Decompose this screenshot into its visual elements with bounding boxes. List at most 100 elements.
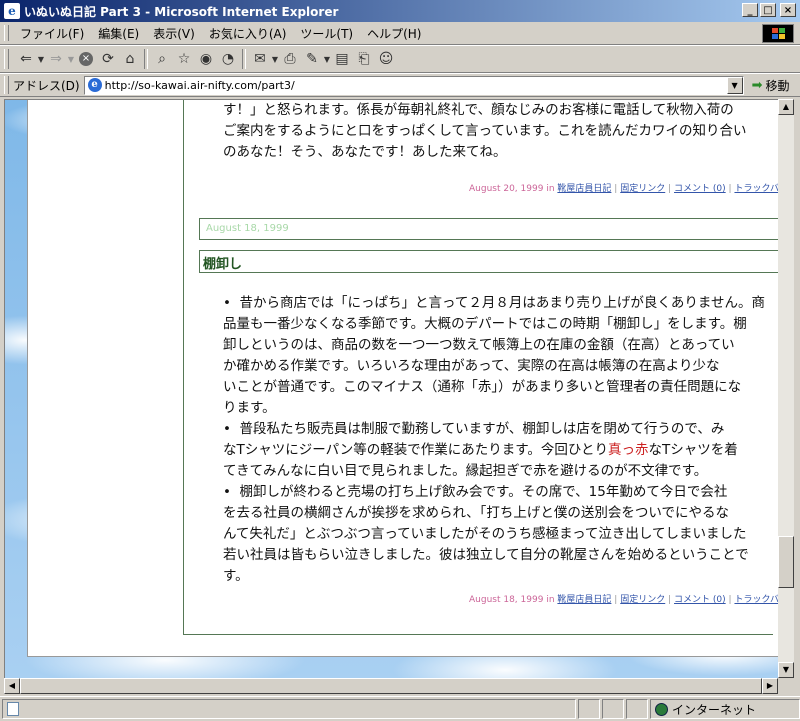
menu-help[interactable]: ヘルプ(H) [360, 23, 428, 44]
post1-body: す！」と怒られます。係長が毎朝礼終礼で、顔なじみのお客様に電話して秋物入荷の ご… [223, 100, 747, 163]
post2-para3-line: 若い社員は皆もらい泣きしました。彼は独立して自分の靴屋さんを始めるということで [223, 547, 749, 563]
post2-category-link[interactable]: 靴屋店員日記 [557, 595, 611, 605]
post2-para2-line: • 普段私たち販売員は制服で勤務していますが、棚卸しは店を閉めて行うので、み [223, 421, 725, 437]
address-url[interactable]: http://so-kawai.air-nifty.com/part3/ [105, 79, 295, 92]
post2-para3-line: を去る社員の横綱さんが挨拶を求められ、「打ち上げと僕の送別会をついでにやるな [223, 505, 729, 521]
window-title: いぬいぬ日記 Part 3 - Microsoft Internet Explo… [24, 4, 339, 19]
post1-trackback-link[interactable]: トラックバック [734, 184, 779, 194]
status-text-area [2, 699, 576, 719]
forward-dropdown-icon[interactable]: ▼ [67, 48, 75, 70]
search-icon[interactable]: ⌕ [151, 48, 173, 70]
horizontal-scrollbar[interactable]: ◀ ▶ [4, 678, 778, 694]
maximize-button[interactable]: □ [760, 3, 776, 17]
go-arrow-icon: ➡ [751, 77, 763, 93]
vertical-scrollbar[interactable]: ▲ ▼ [778, 99, 794, 678]
scroll-right-icon[interactable]: ▶ [762, 678, 778, 694]
post1-meta: August 20, 1999 in 靴屋店員日記 | 固定リンク | コメント… [469, 181, 779, 194]
menu-edit[interactable]: 編集(E) [91, 23, 146, 44]
post1-comments-link[interactable]: コメント (0) [674, 184, 726, 194]
research-icon[interactable]: ⎗ [353, 48, 375, 70]
post1-date: August 20, 1999 [469, 184, 544, 194]
vertical-scroll-thumb[interactable] [778, 536, 794, 588]
post2-para2-line: てきてみんなに白い目で見られました。縁起担ぎで赤を避けるのが不文律です。 [223, 463, 708, 479]
post2-body: • 昔から商店では「にっぱち」と言って２月８月はあまり売り上げが良くありません。… [223, 293, 765, 587]
post2-meta: August 18, 1999 in 靴屋店員日記 | 固定リンク | コメント… [469, 592, 779, 605]
zone-label: インターネット [672, 702, 757, 717]
security-zone: インターネット [650, 699, 800, 719]
toolbar-separator [144, 49, 148, 69]
messenger-icon[interactable]: ☺ [375, 48, 397, 70]
status-cell [626, 699, 648, 719]
page-status-icon [7, 702, 19, 716]
post2-title: 棚卸し [203, 257, 243, 272]
ie-app-icon[interactable]: e [4, 3, 20, 19]
refresh-icon[interactable]: ⟳ [97, 48, 119, 70]
post2-comments-link[interactable]: コメント (0) [674, 595, 726, 605]
status-bar: インターネット [0, 696, 800, 721]
red-highlight-text: 真っ赤 [608, 442, 649, 458]
scroll-left-icon[interactable]: ◀ [4, 678, 20, 694]
home-icon[interactable]: ⌂ [119, 48, 141, 70]
close-button[interactable]: × [780, 3, 796, 17]
scroll-down-icon[interactable]: ▼ [778, 662, 794, 678]
history-icon[interactable]: ◔ [217, 48, 239, 70]
content-bottom-border [183, 634, 773, 635]
address-dropdown-icon[interactable]: ▼ [726, 76, 743, 94]
post2-trackback-link[interactable]: トラックバック [734, 595, 779, 605]
post1-permalink[interactable]: 固定リンク [620, 184, 665, 194]
page-viewport: す！」と怒られます。係長が毎朝礼終礼で、顔なじみのお客様に電話して秋物入荷の ご… [4, 99, 779, 679]
horizontal-scroll-thumb[interactable] [20, 678, 762, 694]
stop-icon[interactable]: × [75, 48, 97, 70]
post2-para3-line: す。 [223, 568, 249, 584]
window-controls: _ □ × [742, 3, 796, 17]
menu-bar: ファイル(F) 編集(E) 表示(V) お気に入り(A) ツール(T) ヘルプ(… [0, 22, 800, 45]
menu-view[interactable]: 表示(V) [146, 23, 202, 44]
mail-dropdown-icon[interactable]: ▼ [271, 48, 279, 70]
discuss-icon[interactable]: ▤ [331, 48, 353, 70]
edit-dropdown-icon[interactable]: ▼ [323, 48, 331, 70]
menu-favorites[interactable]: お気に入り(A) [202, 23, 294, 44]
post2-para1-line: か確かめる作業です。いろいろな理由があって、実際の在高は帳簿の在高より少な [223, 358, 720, 374]
globe-icon [655, 702, 668, 716]
status-cell [602, 699, 624, 719]
post1-category-link[interactable]: 靴屋店員日記 [557, 184, 611, 194]
menu-file[interactable]: ファイル(F) [13, 23, 91, 44]
toolbar-separator [242, 49, 246, 69]
back-dropdown-icon[interactable]: ▼ [37, 48, 45, 70]
post2-title-bar: 棚卸し [199, 250, 779, 273]
edit-icon[interactable]: ✎ [301, 48, 323, 70]
title-bar: e いぬいぬ日記 Part 3 - Microsoft Internet Exp… [0, 0, 800, 22]
post2-date-header: August 18, 1999 [199, 218, 779, 240]
address-bar: アドレス(D) e http://so-kawai.air-nifty.com/… [0, 73, 800, 97]
post1-line: ご案内をするようにと口をすっぱくして言っています。これを読んだカワイの知り合い [223, 123, 747, 139]
forward-icon[interactable]: ⇒ [45, 48, 67, 70]
scroll-up-icon[interactable]: ▲ [778, 99, 794, 115]
status-cell [578, 699, 600, 719]
post2-para1-line: 品量も一番少なくなる季節です。大概のデパートではこの時期「棚卸し」をします。棚 [223, 316, 747, 332]
post1-line: す！」と怒られます。係長が毎朝礼終礼で、顔なじみのお客様に電話して秋物入荷の [223, 102, 734, 118]
menu-tools[interactable]: ツール(T) [293, 23, 360, 44]
menu-grip[interactable] [4, 25, 9, 41]
favorites-icon[interactable]: ☆ [173, 48, 195, 70]
address-grip[interactable] [4, 76, 9, 94]
mail-icon[interactable]: ✉ [249, 48, 271, 70]
post2-date: August 18, 1999 [469, 595, 544, 605]
address-input[interactable]: e http://so-kawai.air-nifty.com/part3/ ▼ [83, 75, 744, 95]
post1-line: のあなた！そう、あなたです！あした来てね。 [223, 144, 507, 160]
post2-para3-line: • 棚卸しが終わると売場の打ち上げ飲み会です。その席で、15年勤めて今日で会社 [223, 484, 728, 500]
post2-permalink[interactable]: 固定リンク [620, 595, 665, 605]
post2-para1-line: 卸しというのは、商品の数を一つ一つ数えて帳簿上の在庫の金額（在高）とあってい [223, 337, 735, 353]
post2-para1-line: いことが普通です。このマイナス（通称「赤」）があまり多いと管理者の責任問題にな [223, 379, 742, 395]
back-icon[interactable]: ⇐ [15, 48, 37, 70]
go-button[interactable]: ➡ 移動 [752, 77, 790, 94]
post2-date-header-text: August 18, 1999 [206, 223, 289, 234]
toolbar-grip[interactable] [4, 49, 9, 69]
minimize-button[interactable]: _ [742, 3, 758, 17]
page-favicon-icon: e [87, 78, 102, 92]
print-icon[interactable]: ⎙ [279, 48, 301, 70]
windows-logo-icon [762, 24, 794, 43]
post2-para2-line: なTシャツにジーパン等の軽装で作業にあたります。今回ひとり真っ赤なTシャツを着 [223, 442, 738, 458]
post2-para1-line: • 昔から商店では「にっぱち」と言って２月８月はあまり売り上げが良くありません。… [223, 295, 765, 311]
media-icon[interactable]: ◉ [195, 48, 217, 70]
column-border [183, 100, 184, 635]
